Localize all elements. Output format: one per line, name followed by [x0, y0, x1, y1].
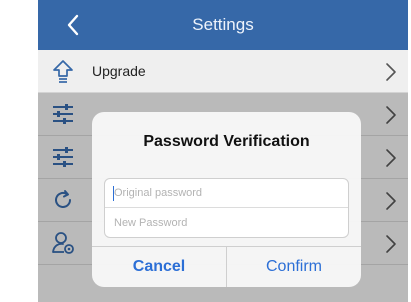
password-fields	[104, 178, 349, 238]
new-password-input[interactable]	[105, 208, 348, 237]
cancel-button[interactable]: Cancel	[92, 247, 227, 287]
password-verification-dialog: Password Verification Cancel Confirm	[92, 112, 361, 287]
navigation-bar: Settings	[38, 0, 408, 50]
original-password-input[interactable]	[105, 179, 348, 208]
page-title: Settings	[192, 15, 254, 34]
settings-screen: Settings Upgrade Password Verification C…	[38, 0, 408, 302]
dialog-title: Password Verification	[143, 133, 310, 150]
confirm-button[interactable]: Confirm	[227, 247, 361, 287]
dialog-button-bar: Cancel Confirm	[92, 246, 361, 287]
settings-row-label: Upgrade	[92, 63, 146, 79]
settings-row-upgrade[interactable]: Upgrade	[38, 50, 408, 93]
upgrade-arrow-icon	[51, 59, 75, 83]
text-cursor	[113, 186, 114, 201]
chevron-right-icon	[386, 63, 396, 81]
